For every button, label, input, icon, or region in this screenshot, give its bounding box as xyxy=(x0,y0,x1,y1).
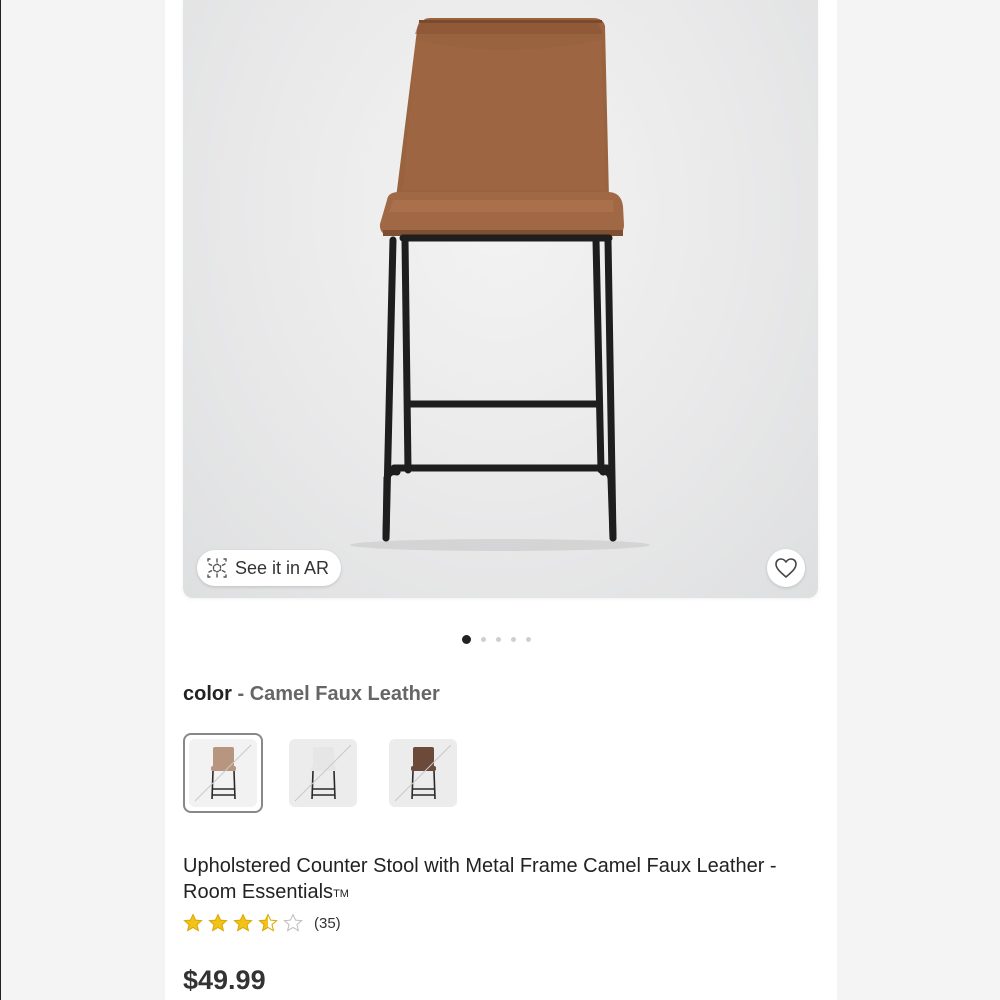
trademark-mark: TM xyxy=(333,888,349,900)
swatch-thumbnail xyxy=(189,739,257,807)
rating-stars xyxy=(183,913,308,933)
color-value: Camel Faux Leather xyxy=(249,683,440,705)
window-edge xyxy=(0,0,1,1000)
star-icon xyxy=(283,913,303,932)
carousel-dot[interactable] xyxy=(496,637,501,642)
carousel-dot[interactable] xyxy=(511,637,516,642)
see-in-ar-button[interactable]: See it in AR xyxy=(197,550,341,586)
heart-outline-icon xyxy=(775,558,797,578)
carousel-dot[interactable] xyxy=(481,637,486,642)
rating-count: (35) xyxy=(314,914,341,932)
product-card: See it in AR color - Camel Faux Leather … xyxy=(165,0,837,1000)
color-swatch[interactable] xyxy=(283,733,363,813)
color-swatch[interactable] xyxy=(383,733,463,813)
image-carousel-dots[interactable] xyxy=(462,635,531,644)
product-price: $49.99 xyxy=(183,965,266,995)
star-icon xyxy=(183,913,203,932)
carousel-dot[interactable] xyxy=(526,637,531,642)
star-icon xyxy=(233,913,253,932)
color-separator: - xyxy=(231,683,250,705)
swatch-thumbnail xyxy=(389,739,457,807)
color-selection-label: color - Camel Faux Leather xyxy=(183,683,440,706)
product-title-text: Upholstered Counter Stool with Metal Fra… xyxy=(183,855,777,903)
color-swatch[interactable] xyxy=(183,733,263,813)
swatch-thumbnail xyxy=(289,739,357,807)
product-title: Upholstered Counter Stool with Metal Fra… xyxy=(183,853,823,907)
star-icon xyxy=(258,913,278,932)
see-in-ar-label: See it in AR xyxy=(235,557,330,578)
color-swatches xyxy=(183,733,463,813)
color-key: color xyxy=(183,683,232,705)
carousel-dot[interactable] xyxy=(462,635,471,644)
ar-cube-icon xyxy=(207,558,227,578)
favorite-button[interactable] xyxy=(767,549,805,587)
stool-image xyxy=(350,18,650,551)
product-image[interactable]: See it in AR xyxy=(183,0,818,598)
star-icon xyxy=(208,913,228,932)
product-rating[interactable]: (35) xyxy=(183,913,341,933)
